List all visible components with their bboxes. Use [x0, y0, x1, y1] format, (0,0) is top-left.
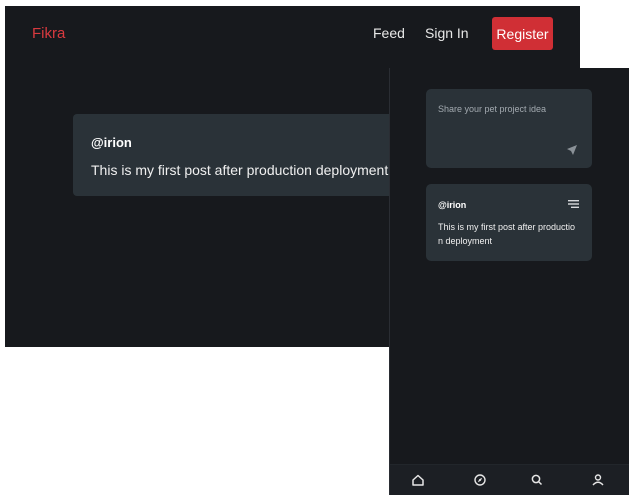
post-composer-input[interactable]: Share your pet project idea — [426, 89, 592, 168]
register-button[interactable]: Register — [492, 17, 553, 50]
post-text: This is my first post after production d… — [91, 162, 389, 178]
composer-placeholder: Share your pet project idea — [438, 104, 547, 114]
post-text: This is my first post after production d… — [438, 222, 576, 246]
home-icon[interactable] — [411, 473, 425, 487]
menu-icon[interactable] — [568, 200, 579, 208]
nav-sign-in-link[interactable]: Sign In — [425, 25, 469, 41]
post-card-mobile: @irion This is my first post after produ… — [426, 184, 592, 261]
nav-feed-link[interactable]: Feed — [373, 25, 405, 41]
brand-logo[interactable]: Fikra — [32, 25, 65, 42]
search-icon[interactable] — [530, 473, 544, 487]
mobile-window: Share your pet project idea @irion This … — [389, 68, 629, 495]
send-icon[interactable] — [566, 144, 578, 156]
bottom-tab-bar — [390, 464, 629, 495]
post-card: @irion This is my first post after produ… — [73, 114, 413, 196]
post-author[interactable]: @irion — [438, 200, 466, 210]
user-icon[interactable] — [591, 473, 605, 487]
post-author[interactable]: @irion — [91, 135, 132, 150]
compass-icon[interactable] — [473, 473, 487, 487]
top-navbar: Fikra Feed Sign In Register — [5, 6, 580, 60]
